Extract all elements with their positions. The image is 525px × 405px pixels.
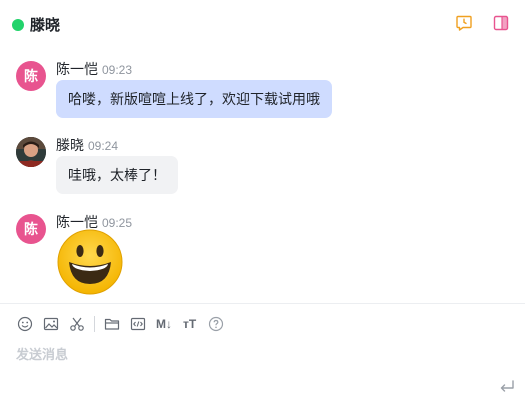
send-enter-icon[interactable] — [498, 378, 516, 396]
avatar[interactable] — [16, 137, 46, 167]
help-icon[interactable] — [208, 316, 224, 332]
side-panel-icon[interactable] — [492, 14, 510, 32]
message-time: 09:24 — [88, 139, 119, 153]
chat-header: 滕晓 — [0, 0, 525, 48]
chat-title: 滕晓 — [30, 17, 61, 34]
markdown-icon[interactable]: M↓ — [156, 316, 172, 332]
sender-name[interactable]: 陈一恺 — [56, 61, 98, 77]
message-meta: 陈一恺 09:23 — [56, 59, 132, 79]
message-bubble[interactable]: 哇哦，太棒了！ — [56, 156, 178, 194]
text-format-icon[interactable]: ᴛT — [183, 316, 196, 332]
composer-divider — [0, 303, 525, 304]
message-item: 陈 陈一恺 09:25 — [0, 212, 525, 302]
message-item: 滕晓 09:24 哇哦，太棒了！ — [0, 135, 525, 195]
message-bubble[interactable]: 哈喽，新版喧喧上线了，欢迎下载试用哦 — [56, 80, 332, 118]
message-meta: 滕晓 09:24 — [56, 135, 118, 155]
toolbar-divider — [94, 316, 95, 332]
message-item: 陈 陈一恺 09:23 哈喽，新版喧喧上线了，欢迎下载试用哦 — [0, 59, 525, 119]
emoji-icon[interactable] — [17, 316, 33, 332]
screenshot-scissors-icon[interactable] — [69, 316, 85, 332]
message-input[interactable] — [16, 344, 486, 364]
avatar[interactable]: 陈 — [16, 214, 46, 244]
history-icon[interactable] — [455, 14, 473, 32]
composer-toolbar: M↓ ᴛT — [0, 312, 525, 336]
code-icon[interactable] — [130, 316, 146, 332]
image-icon[interactable] — [43, 316, 59, 332]
sender-name[interactable]: 滕晓 — [56, 137, 84, 153]
message-time: 09:23 — [102, 63, 133, 77]
folder-icon[interactable] — [104, 316, 120, 332]
avatar[interactable]: 陈 — [16, 61, 46, 91]
online-status-dot — [12, 19, 24, 31]
user-photo-avatar — [16, 137, 46, 167]
grinning-face-emoji[interactable] — [56, 228, 124, 296]
